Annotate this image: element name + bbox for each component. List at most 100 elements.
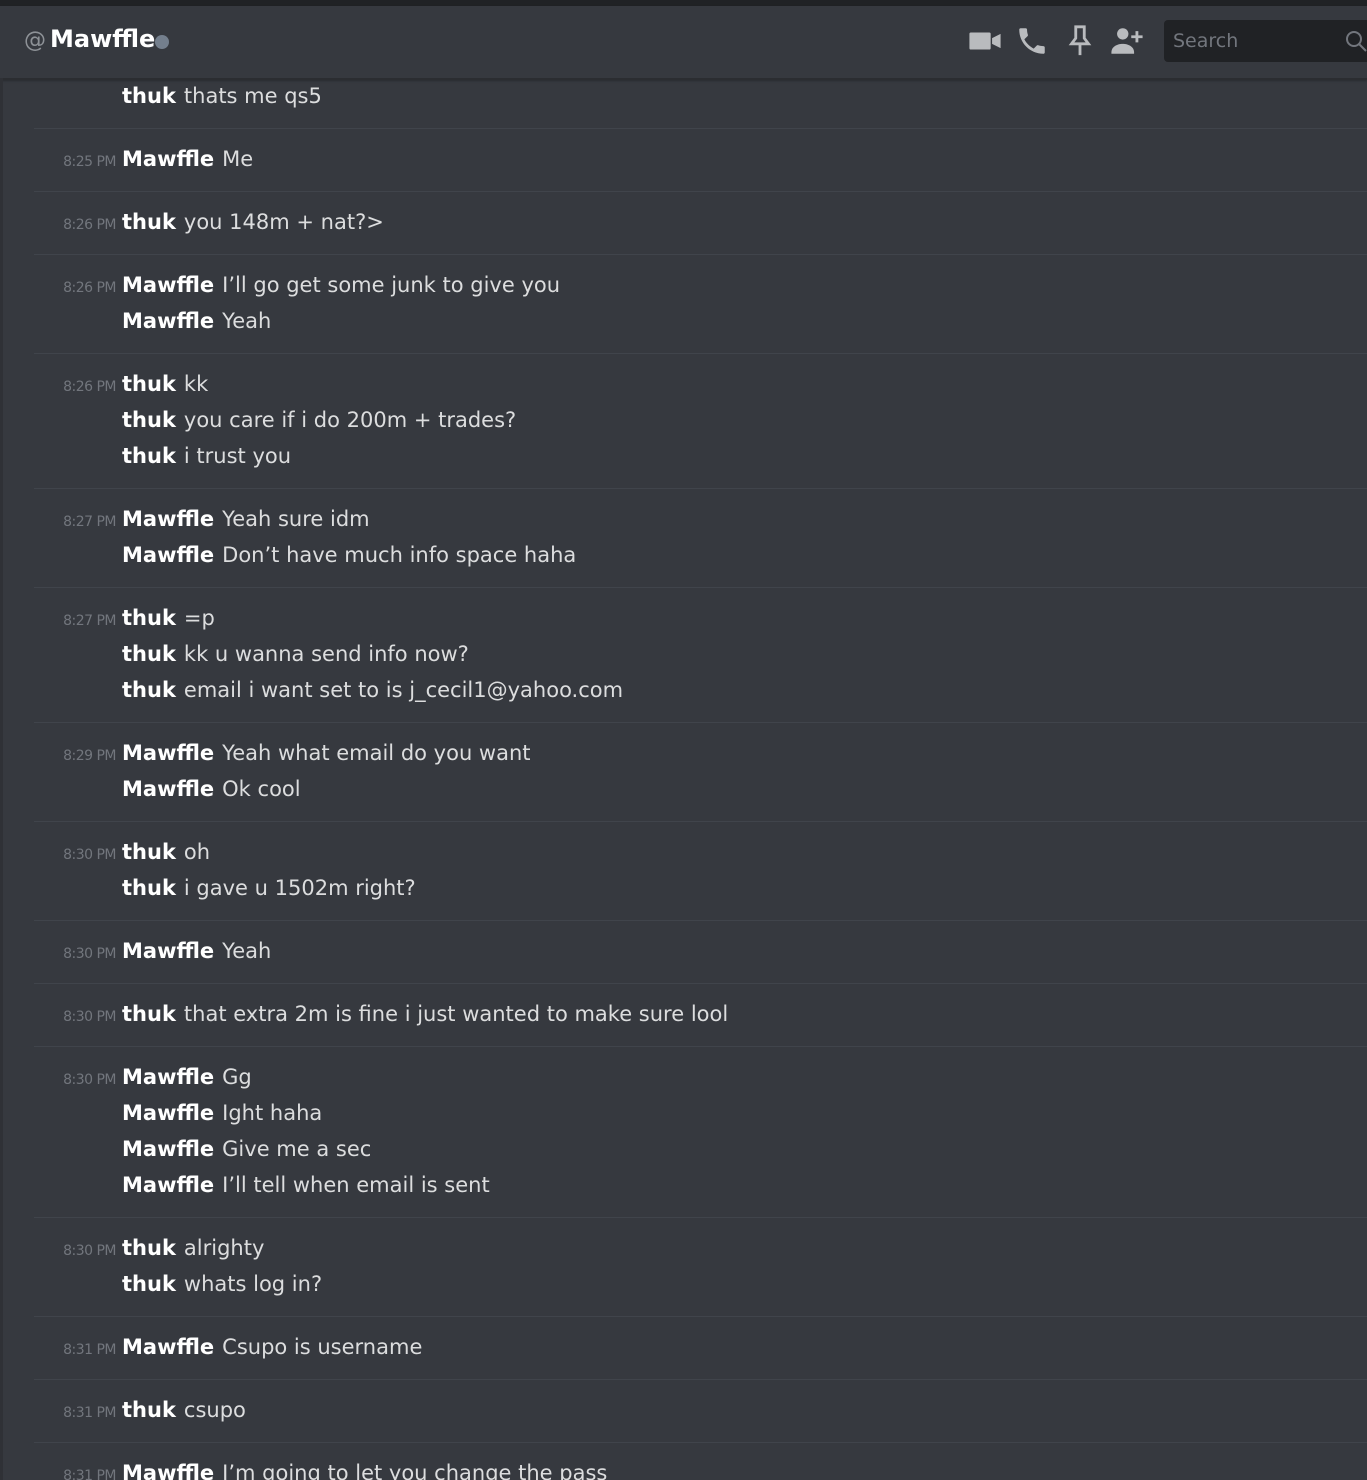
message-group: 8:31 PM Mawffle I’m going to let you chang… [34,1443,1367,1480]
message-author[interactable]: Mawffle [122,303,214,339]
message-line[interactable]: thuk i gave u 1502m right? [34,870,1367,906]
message-line[interactable]: 8:26 PM thuk kk [34,366,1367,402]
message-line[interactable]: 8:30 PM Mawffle Yeah [34,933,1367,969]
message-text: =p [183,606,215,630]
message-author[interactable]: thuk [122,636,176,672]
message-group: 8:27 PM thuk =p thuk kk u wanna send info no… [34,588,1367,723]
message-group: 8:30 PM Mawffle Gg Mawffle Ight haha Mawffle G… [34,1047,1367,1218]
message-author[interactable]: thuk [122,996,176,1032]
message-timestamp: 8:31 PM [63,1468,116,1480]
message-line[interactable]: Mawffle Give me a sec [34,1131,1367,1167]
message-line[interactable]: 8:25 PM Mawffle Me [34,141,1367,177]
message-text: I’m going to let you change the pass [222,1461,608,1480]
message-line[interactable]: thuk kk u wanna send info now? [34,636,1367,672]
message-line[interactable]: 8:30 PM thuk oh [34,834,1367,870]
message-author[interactable]: Mawffle [122,267,214,303]
message-author[interactable]: Mawffle [122,1059,214,1095]
message-author[interactable]: thuk [122,78,176,114]
message-timestamp: 8:27 PM [63,613,116,629]
message-author[interactable]: thuk [122,834,176,870]
message-line[interactable]: 8:31 PM Mawffle I’m going to let you chang… [34,1455,1367,1480]
message-line[interactable]: 8:30 PM thuk alrighty [34,1230,1367,1266]
message-author[interactable]: thuk [122,438,176,474]
message-timestamp: 8:30 PM [63,847,116,863]
message-timestamp: 8:30 PM [63,1072,116,1088]
voice-call-icon[interactable] [1015,24,1049,58]
message-text: you care if i do 200m + trades? [183,408,517,432]
message-line[interactable]: 8:27 PM thuk =p [34,600,1367,636]
message-text: Yeah [222,939,272,963]
message-timestamp: 8:30 PM [63,946,116,962]
message-line[interactable]: 8:30 PM Mawffle Gg [34,1059,1367,1095]
message-line[interactable]: 8:27 PM Mawffle Yeah sure idm [34,501,1367,537]
pin-icon[interactable] [1063,24,1097,58]
message-line[interactable]: 8:26 PM Mawffle I’ll go get some junk to g… [34,267,1367,303]
message-text: I’ll tell when email is sent [222,1173,490,1197]
message-text: email i want set to is j_cecil1@yahoo.co… [183,678,624,702]
message-line[interactable]: Mawffle Yeah [34,303,1367,339]
message-author[interactable]: thuk [122,402,176,438]
message-author[interactable]: thuk [122,1230,176,1266]
message-author[interactable]: thuk [122,1392,176,1428]
message-line[interactable]: Mawffle Don’t have much info space haha [34,537,1367,573]
message-line[interactable]: thuk email i want set to is j_cecil1@yaho… [34,672,1367,708]
message-text: Ok cool [222,777,301,801]
message-author[interactable]: Mawffle [122,537,214,573]
message-line[interactable]: Mawffle Ok cool [34,771,1367,807]
message-author[interactable]: Mawffle [122,771,214,807]
message-author[interactable]: thuk [122,366,176,402]
message-text: kk u wanna send info now? [183,642,469,666]
message-group: thuk thats me qs5 [34,78,1367,129]
message-line[interactable]: thuk whats log in? [34,1266,1367,1302]
message-line[interactable]: 8:31 PM thuk csupo [34,1392,1367,1428]
message-author[interactable]: thuk [122,870,176,906]
message-line[interactable]: Mawffle Ight haha [34,1095,1367,1131]
message-timestamp: 8:30 PM [63,1009,116,1025]
message-timestamp: 8:31 PM [63,1342,116,1358]
message-group: 8:26 PM Mawffle I’ll go get some junk to g… [34,255,1367,354]
message-author[interactable]: thuk [122,204,176,240]
message-author[interactable]: thuk [122,600,176,636]
video-call-icon[interactable] [968,24,1002,58]
message-author[interactable]: Mawffle [122,1167,214,1203]
message-line[interactable]: thuk i trust you [34,438,1367,474]
message-author[interactable]: Mawffle [122,1131,214,1167]
message-list[interactable]: thuk thats me qs5 8:25 PM Mawffle Me 8:26 PM t… [0,78,1367,1480]
message-author[interactable]: thuk [122,1266,176,1302]
message-text: that extra 2m is fine i just wanted to m… [183,1002,729,1026]
message-author[interactable]: Mawffle [122,501,214,537]
search-icon[interactable] [1344,29,1367,53]
message-text: whats log in? [183,1272,323,1296]
message-author[interactable]: Mawffle [122,933,214,969]
search-input[interactable]: Search [1164,20,1367,62]
message-line[interactable]: 8:29 PM Mawffle Yeah what email do you wan… [34,735,1367,771]
message-text: thats me qs5 [183,84,322,108]
message-timestamp: 8:26 PM [63,217,116,233]
message-author[interactable]: Mawffle [122,141,214,177]
message-author[interactable]: Mawffle [122,735,214,771]
message-text: i gave u 1502m right? [183,876,416,900]
message-line[interactable]: 8:26 PM thuk you 148m + nat?> [34,204,1367,240]
message-timestamp: 8:26 PM [63,379,116,395]
message-line[interactable]: 8:31 PM Mawffle Csupo is username [34,1329,1367,1365]
status-offline-icon [155,35,169,49]
message-line[interactable]: Mawffle I’ll tell when email is sent [34,1167,1367,1203]
message-group: 8:27 PM Mawffle Yeah sure idm Mawffle Don’t … [34,489,1367,588]
message-text: Yeah [222,309,272,333]
channel-header: @ Mawffle Search [0,6,1367,80]
message-author[interactable]: Mawffle [122,1455,214,1480]
message-author[interactable]: thuk [122,672,176,708]
message-line[interactable]: 8:30 PM thuk that extra 2m is fine i just … [34,996,1367,1032]
message-text: kk [183,372,209,396]
message-text: Me [222,147,254,171]
message-line[interactable]: thuk thats me qs5 [34,78,1367,114]
message-text: Yeah sure idm [222,507,370,531]
message-line[interactable]: thuk you care if i do 200m + trades? [34,402,1367,438]
message-timestamp: 8:30 PM [63,1243,116,1259]
message-text: Don’t have much info space haha [222,543,577,567]
message-group: 8:30 PM thuk alrighty thuk whats log in? [34,1218,1367,1317]
message-author[interactable]: Mawffle [122,1329,214,1365]
add-friend-icon[interactable] [1110,24,1144,58]
search-placeholder: Search [1173,30,1239,52]
message-author[interactable]: Mawffle [122,1095,214,1131]
